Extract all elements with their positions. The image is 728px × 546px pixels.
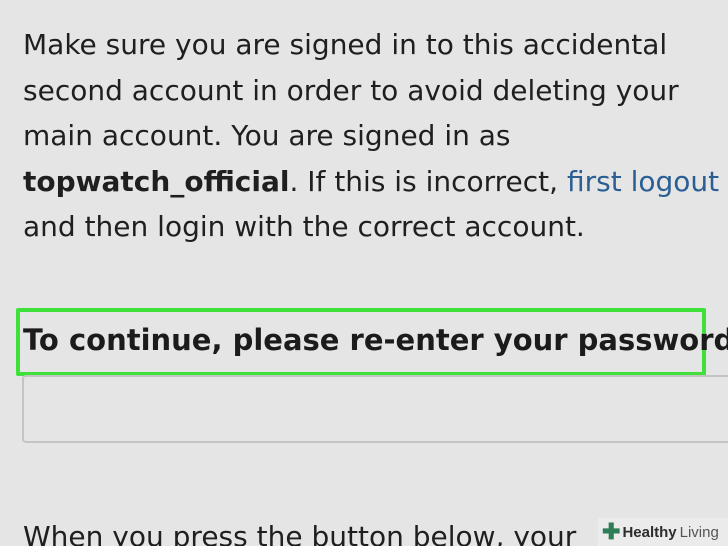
warning-line-4: topwatch_official. If this is incorrect,…	[23, 159, 728, 205]
page-content: Make sure you are signed in to this acci…	[0, 0, 728, 546]
delete-info-text: When you press the button below, your	[23, 520, 577, 546]
account-warning-text: Make sure you are signed in to this acci…	[23, 22, 728, 250]
warning-line-2: second account in order to avoid deletin…	[23, 73, 679, 107]
warning-line-3: main account. You are signed in as	[23, 119, 511, 152]
plus-cross-icon: ✚	[602, 519, 621, 544]
password-label: To continue, please re-enter your passwo…	[23, 323, 728, 357]
signed-in-username: topwatch_official	[23, 164, 290, 198]
watermark-brand-bold: Healthy	[622, 523, 677, 541]
warning-line-4-text: . If this is incorrect,	[289, 164, 567, 198]
watermark: ✚ Healthy Living	[598, 518, 728, 546]
warning-line-5: and then login with the correct account.	[23, 210, 585, 243]
watermark-brand-light: Living	[679, 523, 719, 541]
logout-link[interactable]: first logout	[567, 165, 719, 198]
password-input[interactable]	[22, 375, 728, 443]
warning-line-1: Make sure you are signed in to this acci…	[23, 28, 668, 61]
